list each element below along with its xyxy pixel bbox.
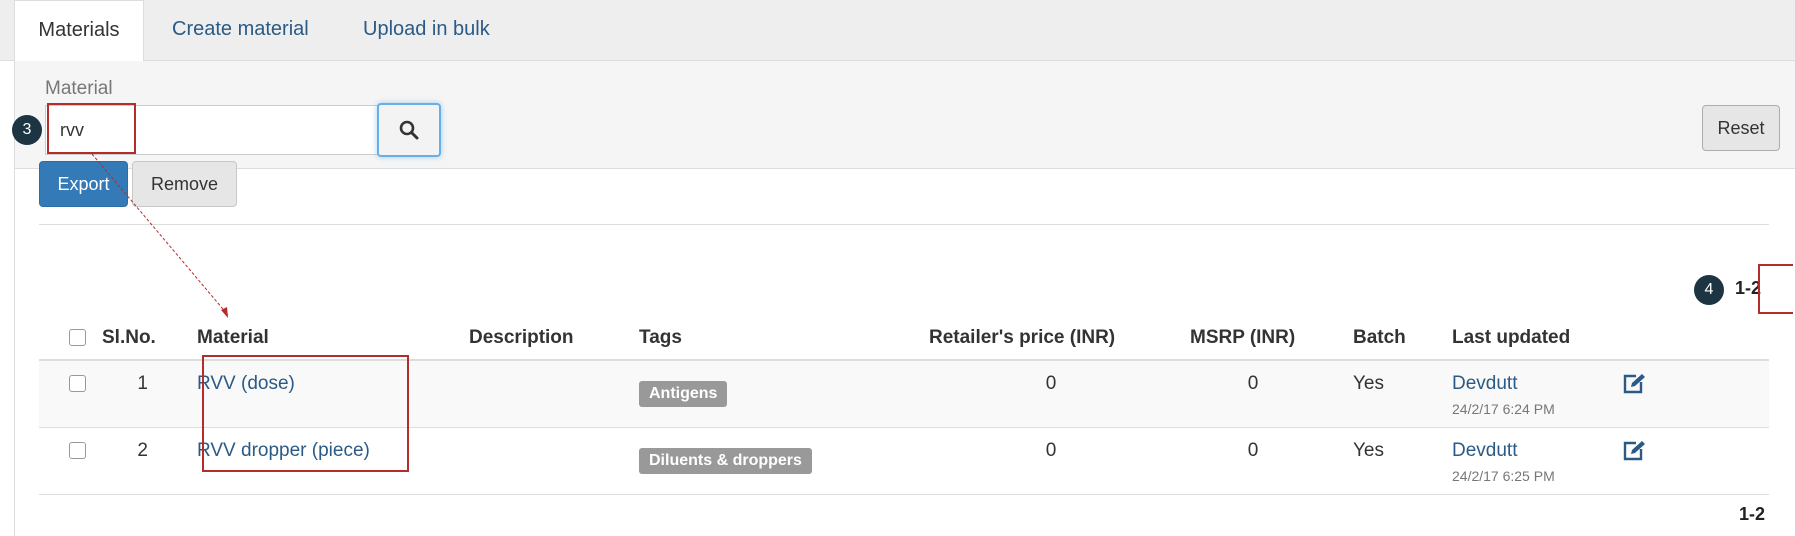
- materials-page: Materials Create material Upload in bulk…: [0, 0, 1795, 536]
- callout-arrow: [91, 153, 229, 318]
